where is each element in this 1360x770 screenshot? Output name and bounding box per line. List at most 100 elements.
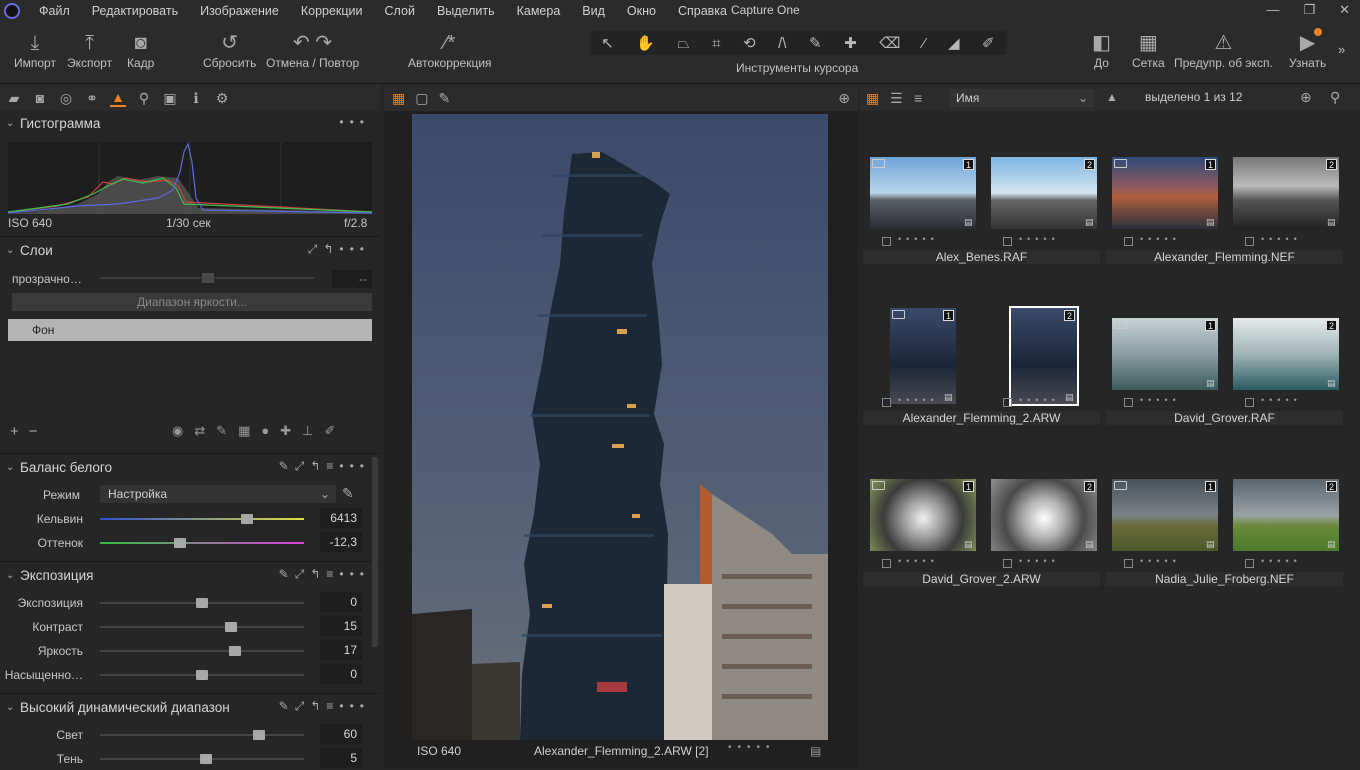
menu-edit[interactable]: Редактировать [81, 4, 189, 18]
select-checkbox[interactable] [1124, 237, 1133, 246]
image-viewer[interactable]: ISO 640 Alexander_Flemming_2.ARW [2] •••… [384, 111, 858, 768]
close-icon[interactable]: ✕ [1339, 2, 1350, 18]
more-icon[interactable]: ••• [339, 115, 370, 129]
list-icon[interactable]: ▤ [964, 217, 973, 228]
viewer-list-icon[interactable]: ▤ [810, 744, 821, 758]
thumbnail-cell[interactable]: 2 ▤ ••••• [989, 479, 1099, 571]
menu-help[interactable]: Справка [667, 4, 738, 18]
crop-icon[interactable]: ⌗ [712, 35, 720, 52]
adjust-tab-icon[interactable]: ▣ [162, 90, 178, 107]
rotate-icon[interactable]: ⟲ [743, 34, 756, 52]
thumbnail-image[interactable] [1112, 318, 1218, 390]
wb-picker-icon[interactable]: ✎ [342, 485, 354, 502]
thumbnail-image[interactable] [991, 157, 1097, 229]
select-checkbox[interactable] [882, 237, 891, 246]
thumbnail-cell[interactable]: 2 ▤ ••••• [1231, 479, 1341, 571]
pan-hand-icon[interactable]: ✋ [636, 34, 655, 52]
filmstrip-view-icon[interactable]: ≡ [914, 90, 922, 106]
thumbnail-image[interactable] [1112, 157, 1218, 229]
sort-direction-icon[interactable]: ▲ [1106, 90, 1118, 104]
thumbnail-image[interactable] [890, 308, 956, 404]
more-toolbar-icon[interactable]: » [1338, 42, 1345, 57]
thumbnail-image[interactable] [1233, 318, 1339, 390]
list-icon[interactable]: ▤ [1085, 539, 1094, 550]
menu-camera[interactable]: Камера [506, 4, 572, 18]
grid-button[interactable]: ▦ Сетка [1132, 30, 1165, 70]
list-icon[interactable]: ▤ [1085, 217, 1094, 228]
select-checkbox[interactable] [1245, 237, 1254, 246]
thumbnail-cell[interactable]: 2 ▤ ••••• [1231, 318, 1341, 410]
thumbnail-cell[interactable]: 1 ▤ ••••• [868, 308, 978, 410]
list-icon[interactable]: ▤ [944, 392, 953, 403]
select-checkbox[interactable] [1245, 398, 1254, 407]
section-tools-icon[interactable]: ✎⤢↰≡••• [279, 459, 370, 474]
opacity-slider[interactable] [100, 273, 314, 283]
exposure-value[interactable]: 15 [320, 616, 362, 636]
select-checkbox[interactable] [1124, 559, 1133, 568]
rating-dots[interactable]: ••••• [1261, 395, 1302, 405]
exposure-slider[interactable] [100, 670, 304, 680]
exposure-slider[interactable] [100, 598, 304, 608]
camera-button[interactable]: ◙ Кадр [127, 30, 154, 70]
select-checkbox[interactable] [1245, 559, 1254, 568]
menu-layer[interactable]: Слой [374, 4, 426, 18]
thumbnail-cell[interactable]: 2 ▤ ••••• [989, 306, 1099, 410]
select-checkbox[interactable] [1003, 559, 1012, 568]
import-button[interactable]: ⤓ Импорт [14, 30, 56, 70]
heal-icon[interactable]: ✚ [844, 34, 857, 52]
white-balance-header[interactable]: ⌄ Баланс белого ✎⤢↰≡••• [0, 455, 378, 479]
layer-tools-icons[interactable]: ◉⇄✎▦●✚⊥✐ [172, 423, 346, 439]
section-tools-icon[interactable]: ✎⤢↰≡••• [279, 567, 370, 582]
exposure-value[interactable]: 17 [320, 640, 362, 660]
color-tab-icon[interactable]: ⚭ [84, 90, 100, 107]
thumbnail-image[interactable] [1233, 479, 1339, 551]
export-button[interactable]: ⤒ Экспорт [67, 30, 112, 70]
rating-dots[interactable]: ••••• [1261, 556, 1302, 566]
hdr-value[interactable]: 5 [320, 748, 362, 768]
eraser-icon[interactable]: ⌫ [879, 34, 900, 52]
list-icon[interactable]: ▤ [1327, 378, 1336, 389]
autocorrect-button[interactable]: ⁄* Автокоррекция [408, 30, 492, 70]
slider-knob[interactable] [196, 670, 208, 680]
menu-select[interactable]: Выделить [426, 4, 506, 18]
viewer-rating[interactable]: ••••• [728, 742, 776, 753]
picker-icon[interactable]: ⁄ [923, 35, 926, 52]
layers-header[interactable]: ⌄ Слои ⤢↰••• [0, 238, 378, 262]
slider-knob[interactable] [228, 646, 241, 656]
lens-tab-icon[interactable]: ◎ [58, 90, 74, 107]
select-checkbox[interactable] [1003, 398, 1012, 407]
rating-dots[interactable]: ••••• [1140, 234, 1181, 244]
section-tools-icon[interactable]: ⤢↰••• [308, 242, 370, 257]
slider-knob[interactable] [173, 538, 186, 548]
thumbnail-cell[interactable]: 2 ▤ ••••• [1231, 157, 1341, 249]
learn-button[interactable]: ▶ Узнать [1289, 30, 1326, 70]
luma-range-button[interactable]: Диапазон яркости... [12, 293, 372, 311]
list-icon[interactable]: ▤ [1206, 539, 1215, 550]
thumbnail-image[interactable] [1009, 306, 1079, 406]
histogram-header[interactable]: ⌄ Гистограмма ••• [0, 111, 378, 135]
settings-tab-icon[interactable]: ⚙ [214, 90, 230, 107]
zoom-icon[interactable]: ⊕ [838, 90, 850, 107]
select-checkbox[interactable] [1124, 398, 1133, 407]
tint-slider[interactable] [100, 538, 304, 548]
exposure-tab-icon[interactable]: ▲ [110, 89, 126, 107]
search-icon[interactable]: ⚲ [1330, 89, 1340, 106]
list-view-icon[interactable]: ☰ [890, 90, 903, 107]
menu-adjustments[interactable]: Коррекции [290, 4, 374, 18]
maximize-icon[interactable]: ❐ [1303, 2, 1315, 18]
hdr-header[interactable]: ⌄ Высокий динамический диапазон ✎⤢↰≡••• [0, 695, 378, 719]
kelvin-value[interactable]: 6413 [320, 508, 362, 528]
brush-icon[interactable]: ✎ [809, 34, 822, 52]
before-button[interactable]: ◧ До [1092, 30, 1111, 70]
details-tab-icon[interactable]: ⚲ [136, 90, 152, 107]
thumbnail-cell[interactable]: 2 ▤ ••••• [989, 157, 1099, 249]
list-icon[interactable]: ▤ [1065, 392, 1074, 403]
thumbnail-view-icon[interactable]: ▦ [866, 90, 879, 107]
undo-redo-button[interactable]: ↶ ↷ Отмена / Повтор [266, 30, 359, 70]
select-checkbox[interactable] [1003, 237, 1012, 246]
list-icon[interactable]: ▤ [1206, 378, 1215, 389]
rating-dots[interactable]: ••••• [898, 556, 939, 566]
thumbnail-cell[interactable]: 1 ▤ ••••• [868, 479, 978, 571]
kelvin-slider[interactable] [100, 514, 304, 524]
single-view-icon[interactable]: ▢ [415, 90, 428, 107]
